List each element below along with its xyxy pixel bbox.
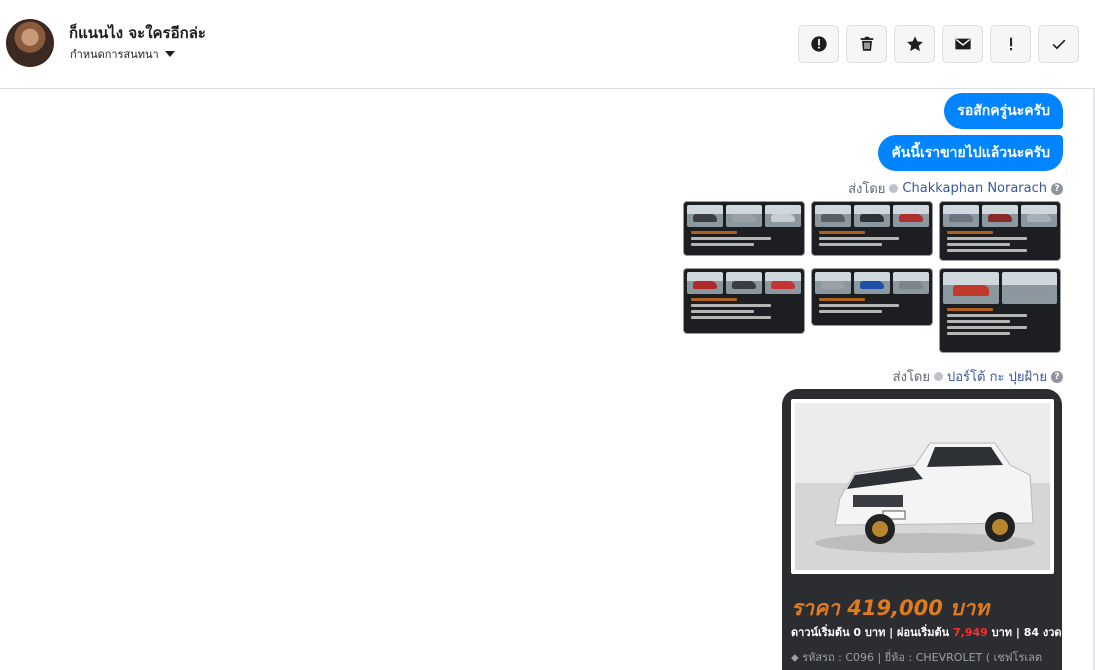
sent-by-prefix: ส่งโดย — [848, 182, 886, 197]
assign-conversation-dropdown[interactable]: กำหนดการสนทนา — [70, 45, 175, 63]
assign-conversation-label: กำหนดการสนทนา — [70, 48, 159, 61]
mark-spam-button[interactable] — [798, 25, 839, 63]
attachment-image[interactable] — [683, 201, 805, 256]
listing-price: ราคา 419,000 บาท — [791, 596, 990, 620]
attachment-image[interactable] — [939, 268, 1061, 353]
sender-name-link[interactable]: ปอร์โต้ กะ ปุยฝ้าย — [947, 366, 1047, 387]
terms-installment-amount: 7,949 — [952, 626, 988, 639]
check-icon — [1052, 39, 1065, 50]
car-listing-card[interactable]: ราคา 419,000 บาท ดาวน์เริ่มต้น 0 บาท | ผ… — [782, 389, 1062, 670]
listing-meta: ⬥ รหัสรถ : C096 | ยี่ห้อ : CHEVROLET ( เ… — [791, 648, 1042, 666]
attachment-image[interactable] — [811, 268, 933, 326]
tag-icon: ⬥ — [791, 651, 803, 664]
sent-by-label: ส่งโดย Chakkaphan Norarach ? — [848, 178, 1063, 199]
verified-icon — [889, 184, 899, 193]
verified-icon — [934, 372, 943, 381]
delete-button[interactable] — [846, 25, 887, 63]
caret-down-icon — [164, 51, 175, 57]
terms-down-payment: ดาวน์เริ่มต้น 0 บาท | ผ่อนเริ่มต้น — [791, 626, 953, 639]
contact-avatar[interactable] — [6, 19, 54, 67]
listing-meta-text: รหัสรถ : C096 | ยี่ห้อ : CHEVROLET ( เชฟ… — [802, 651, 1043, 664]
sent-by-label: ส่งโดย ปอร์โต้ กะ ปุยฝ้าย ? — [893, 366, 1063, 387]
mark-done-button[interactable] — [1038, 25, 1079, 63]
contact-name[interactable]: ก็แนนไง จะใครอีกล่ะ — [69, 21, 206, 45]
conversation-header: ก็แนนไง จะใครอีกล่ะ กำหนดการสนทนา — [0, 0, 1095, 89]
attachment-image[interactable] — [683, 268, 805, 334]
conversation-actions — [798, 25, 1079, 63]
listing-terms: ดาวน์เริ่มต้น 0 บาท | ผ่อนเริ่มต้น 7,949… — [791, 623, 1062, 641]
message-bubble[interactable]: คันนี้เราขายไปแล้วนะครับ — [878, 135, 1063, 171]
car-photo[interactable] — [791, 399, 1054, 574]
terms-months: บาท | 84 งวด — [987, 626, 1062, 639]
envelope-icon — [954, 38, 971, 50]
attachment-image[interactable] — [939, 201, 1061, 261]
pickup-truck-image — [795, 403, 1050, 570]
mark-unread-button[interactable] — [942, 25, 983, 63]
star-icon — [906, 36, 923, 52]
sender-name-link[interactable]: Chakkaphan Norarach — [902, 181, 1047, 196]
help-icon[interactable]: ? — [1051, 370, 1063, 383]
trash-icon — [860, 36, 873, 51]
sent-by-prefix: ส่งโดย — [892, 370, 930, 385]
attachment-image[interactable] — [811, 201, 933, 256]
mark-important-button[interactable] — [990, 25, 1031, 63]
message-bubble[interactable]: รอสักครู่นะครับ — [944, 93, 1063, 129]
star-button[interactable] — [894, 25, 935, 63]
help-icon[interactable]: ? — [1051, 182, 1063, 195]
alert-circle-icon — [810, 36, 827, 52]
exclamation-icon — [1009, 37, 1012, 51]
